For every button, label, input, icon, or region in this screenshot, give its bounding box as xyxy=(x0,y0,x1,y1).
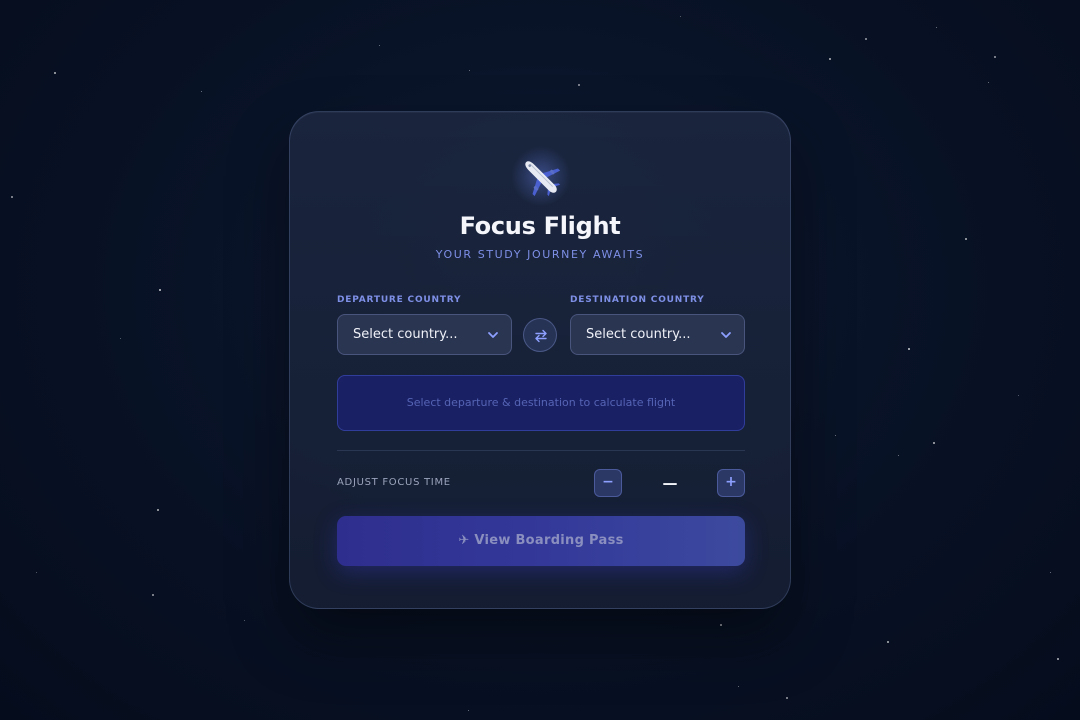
swap-arrows-icon xyxy=(535,329,547,343)
view-boarding-pass-button[interactable]: ✈ View Boarding Pass xyxy=(337,516,745,566)
focus-time-value: — xyxy=(662,474,678,492)
destination-select[interactable]: Select country... xyxy=(570,314,745,355)
departure-label: DEPARTURE COUNTRY xyxy=(337,295,462,305)
view-boarding-pass-label: ✈ View Boarding Pass xyxy=(458,533,624,548)
departure-select-value: Select country... xyxy=(353,327,458,342)
chevron-down-icon xyxy=(721,332,731,338)
destination-select-value: Select country... xyxy=(586,327,691,342)
app-subtitle: YOUR STUDY JOURNEY AWAITS xyxy=(435,248,645,261)
flight-info-panel: Select departure & destination to calcul… xyxy=(337,375,745,431)
flight-info-message: Select departure & destination to calcul… xyxy=(406,396,676,409)
focus-time-label: ADJUST FOCUS TIME xyxy=(337,477,451,488)
decrease-focus-time-button[interactable]: − xyxy=(594,469,622,497)
swap-countries-button[interactable] xyxy=(523,318,557,352)
flight-setup-card: Focus Flight YOUR STUDY JOURNEY AWAITS D… xyxy=(289,111,791,609)
divider xyxy=(337,450,745,451)
app-title: Focus Flight xyxy=(459,212,621,240)
airplane-icon xyxy=(525,161,561,197)
departure-select[interactable]: Select country... xyxy=(337,314,512,355)
destination-label: DESTINATION COUNTRY xyxy=(570,295,705,305)
increase-focus-time-button[interactable]: + xyxy=(717,469,745,497)
chevron-down-icon xyxy=(488,332,498,338)
